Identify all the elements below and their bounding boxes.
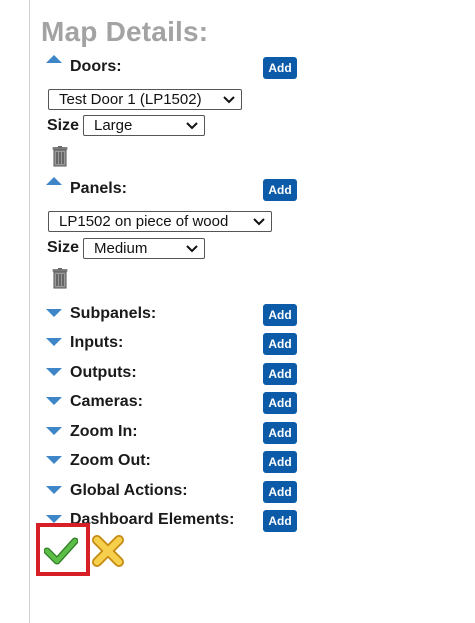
add-input-button[interactable]: Add <box>263 333 297 355</box>
section-zoom-out: Zoom Out: Add <box>46 451 298 473</box>
section-outputs: Outputs: Add <box>46 363 298 385</box>
caret-down-icon[interactable] <box>46 456 62 464</box>
section-inputs-label: Inputs: <box>70 334 124 351</box>
panel-size-select[interactable]: Medium <box>83 238 205 259</box>
section-doors: Doors: Add <box>46 55 298 79</box>
panel-size-value: Medium <box>94 240 148 257</box>
caret-down-icon[interactable] <box>46 397 62 405</box>
chevron-down-icon <box>186 245 198 253</box>
door-select-value: Test Door 1 (LP1502) <box>59 91 202 108</box>
add-panel-button[interactable]: Add <box>263 179 297 201</box>
add-global-action-button[interactable]: Add <box>263 481 297 503</box>
trash-icon[interactable] <box>52 268 68 289</box>
section-panels-label: Panels: <box>70 180 127 197</box>
section-cameras-label: Cameras: <box>70 393 143 410</box>
panel-select-value: LP1502 on piece of wood <box>59 213 229 230</box>
caret-up-icon[interactable] <box>46 177 62 185</box>
door-select[interactable]: Test Door 1 (LP1502) <box>48 89 242 110</box>
chevron-down-icon <box>253 218 265 226</box>
door-size-value: Large <box>94 117 133 134</box>
section-dashboard-elements-label: Dashboard Elements: <box>70 511 235 528</box>
section-cameras: Cameras: Add <box>46 392 298 414</box>
checkmark-icon[interactable] <box>44 535 78 565</box>
caret-down-icon[interactable] <box>46 515 62 523</box>
door-size-label: Size <box>47 117 80 134</box>
section-zoom-in-label: Zoom In: <box>70 423 138 440</box>
section-inputs: Inputs: Add <box>46 333 298 355</box>
section-doors-label: Doors: <box>70 58 122 75</box>
caret-up-icon[interactable] <box>46 55 62 63</box>
add-output-button[interactable]: Add <box>263 363 297 385</box>
section-outputs-label: Outputs: <box>70 364 137 381</box>
add-camera-button[interactable]: Add <box>263 392 297 414</box>
caret-down-icon[interactable] <box>46 427 62 435</box>
trash-icon[interactable] <box>52 146 68 167</box>
add-zoom-in-button[interactable]: Add <box>263 422 297 444</box>
caret-down-icon[interactable] <box>46 368 62 376</box>
section-zoom-out-label: Zoom Out: <box>70 452 151 469</box>
chevron-down-icon <box>223 96 235 104</box>
caret-down-icon[interactable] <box>46 309 62 317</box>
caret-down-icon[interactable] <box>46 338 62 346</box>
section-global-actions-label: Global Actions: <box>70 482 188 499</box>
panel-size-label: Size <box>47 239 80 256</box>
page-title: Map Details: <box>41 16 209 47</box>
section-subpanels-label: Subpanels: <box>70 305 157 322</box>
caret-down-icon[interactable] <box>46 486 62 494</box>
section-panels: Panels: Add <box>46 177 298 201</box>
add-subpanel-button[interactable]: Add <box>263 304 297 326</box>
add-zoom-out-button[interactable]: Add <box>263 451 297 473</box>
add-door-button[interactable]: Add <box>263 57 297 79</box>
door-size-select[interactable]: Large <box>83 115 205 136</box>
section-zoom-in: Zoom In: Add <box>46 422 298 444</box>
section-subpanels: Subpanels: Add <box>46 304 298 326</box>
chevron-down-icon <box>186 122 198 130</box>
section-global-actions: Global Actions: Add <box>46 481 298 503</box>
content-left-border <box>29 0 30 623</box>
x-icon[interactable] <box>92 535 124 567</box>
add-dashboard-element-button[interactable]: Add <box>263 510 297 532</box>
panel-select[interactable]: LP1502 on piece of wood <box>48 211 272 232</box>
